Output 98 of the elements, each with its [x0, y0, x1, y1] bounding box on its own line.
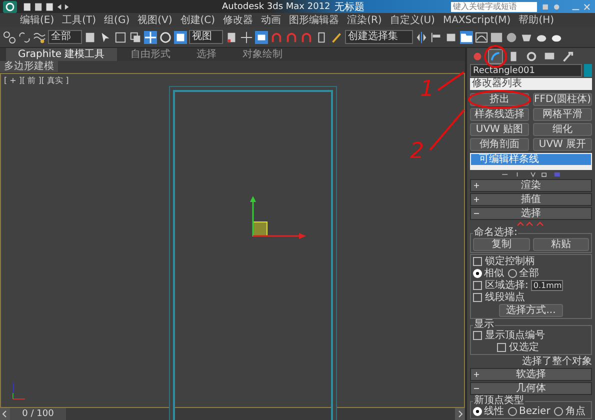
group-title: 显示	[473, 320, 495, 330]
mirror-icon[interactable]	[415, 30, 428, 44]
expand-icon[interactable]	[474, 197, 479, 202]
app-logo-icon[interactable]	[2, 0, 18, 12]
time-slider[interactable]: 0 / 100	[0, 408, 465, 420]
modifier-button[interactable]: 网格平滑	[532, 108, 592, 121]
menu-item[interactable]: 组(G)	[104, 13, 130, 27]
menu-item[interactable]: 渲染(R)	[347, 13, 382, 27]
menu-item[interactable]: 创建(C)	[180, 13, 216, 27]
annotation-number: 2	[410, 140, 424, 164]
radio-label: 线性	[484, 406, 504, 417]
menu-item[interactable]: 视图(V)	[138, 13, 172, 27]
radio-label: 相似	[484, 268, 504, 279]
copy-button[interactable]: 复制	[473, 238, 530, 251]
modifier-button[interactable]: UVW 贴图	[470, 123, 529, 136]
modifier-button[interactable]: 细化	[532, 123, 592, 136]
next-frame-icon[interactable]	[455, 408, 465, 420]
expand-icon[interactable]	[474, 372, 479, 377]
modifier-button[interactable]: FFD(圆柱体)	[532, 93, 592, 106]
radio-button[interactable]	[554, 407, 564, 416]
ribbon-tab[interactable]: Graphite 建模工具	[6, 48, 117, 61]
rollout-header[interactable]: 插值	[470, 193, 592, 206]
wave-icon[interactable]	[33, 30, 46, 44]
move-icon[interactable]	[144, 30, 157, 44]
modifier-button[interactable]: 倒角剖面	[470, 138, 529, 151]
cursor-icon[interactable]	[99, 30, 112, 44]
modifier-button[interactable]: UVW 展开	[532, 138, 592, 151]
menu-item[interactable]: 修改器	[223, 13, 254, 27]
modifier-button[interactable]: 挤出	[470, 93, 529, 106]
ribbon-panel-label[interactable]: 多边形建模	[0, 61, 58, 72]
align-icon[interactable]	[430, 30, 443, 44]
ribbon-tab[interactable]: 自由形式	[118, 48, 183, 61]
checkbox[interactable]	[473, 293, 482, 302]
viewport-label[interactable]: [ + ][ 前 ][ 真实 ]	[4, 75, 69, 86]
checkbox[interactable]	[497, 343, 506, 352]
menu-item[interactable]: 编辑(E)	[20, 13, 54, 27]
menu-item[interactable]: 自定义(U)	[390, 13, 435, 27]
unlink-icon[interactable]	[18, 30, 31, 44]
rollout-header[interactable]: 软选择	[470, 368, 592, 381]
group-title: 新顶点类型	[473, 396, 525, 406]
window-title: Autodesk 3ds Max 2012	[222, 2, 330, 12]
ribbon-tab[interactable]: 选择	[184, 48, 229, 61]
area-size-field[interactable]: 0.1mm	[531, 280, 564, 291]
selection-status-text: 选择了整个对象	[521, 356, 592, 367]
search-field[interactable]: 键入关键字或短语	[451, 2, 537, 12]
menu-item[interactable]: MAXScript(M)	[442, 14, 511, 26]
window-controls-icon[interactable]	[541, 2, 593, 12]
modifier-list-dropdown[interactable]: 修改器列表	[470, 78, 592, 90]
checkbox-label: 区域选择:	[485, 280, 528, 291]
radio-label: 角点	[565, 406, 586, 417]
collapse-icon[interactable]	[474, 211, 479, 216]
menu-item[interactable]: 图形编辑器	[289, 13, 340, 27]
object-color-swatch[interactable]	[584, 64, 592, 77]
previous-frame-icon[interactable]	[0, 408, 10, 420]
rollout-header[interactable]: 几何体	[470, 382, 592, 395]
square-selection-icon[interactable]	[114, 30, 127, 44]
time-slider-thumb[interactable]: 0 / 100	[10, 408, 66, 420]
ribbon-tab[interactable]: 对象绘制	[230, 48, 295, 61]
checkbox-label: 仅选定	[509, 342, 539, 353]
radio-label: Bezier	[519, 406, 550, 417]
paste-button[interactable]: 粘贴	[532, 238, 589, 251]
curve-editor-icon[interactable]	[475, 30, 488, 44]
menu-item[interactable]: 工具(T)	[62, 13, 96, 27]
crosshair-icon[interactable]	[240, 30, 253, 44]
select-by-button[interactable]: 选择方式...	[499, 304, 563, 317]
group-title: 命名选择:	[473, 228, 518, 238]
rollout-header[interactable]: 选择	[470, 207, 592, 220]
object-name-field[interactable]: Rectangle001	[470, 64, 582, 77]
collapse-icon[interactable]	[474, 386, 479, 391]
checkbox-label: 显示顶点编号	[485, 330, 545, 341]
scale-icon[interactable]	[174, 30, 187, 44]
document-title: 无标题	[334, 0, 364, 14]
radio-button[interactable]	[508, 269, 517, 278]
checkbox-label: 锁定控制柄	[485, 256, 535, 267]
rotate-icon[interactable]	[159, 30, 172, 44]
modifier-button[interactable]: 样条线选择	[470, 108, 529, 121]
radio-button[interactable]	[508, 407, 517, 416]
pivot-icon[interactable]	[225, 30, 238, 44]
annotation-number: 1	[420, 78, 434, 102]
checkbox[interactable]	[473, 331, 482, 340]
window-crossing-icon[interactable]	[129, 30, 142, 44]
rollout-header[interactable]: 渲染	[470, 179, 592, 192]
expand-icon[interactable]	[474, 183, 479, 188]
checkbox[interactable]	[473, 257, 482, 266]
selection-filter-dropdown[interactable]: 全部	[48, 30, 82, 44]
menu-item[interactable]: 动画	[261, 13, 282, 27]
menu-item[interactable]: 帮助(H)	[518, 13, 554, 27]
material-sphere-icon[interactable]	[505, 30, 518, 44]
modify-tab-icon[interactable]	[488, 48, 503, 64]
named-selection-dropdown[interactable]: 创建选择集	[345, 30, 413, 44]
checkbox[interactable]	[473, 281, 482, 290]
folder-icon[interactable]	[460, 30, 473, 44]
reference-coordinate-dropdown[interactable]: 视图	[189, 30, 223, 44]
pencil-icon[interactable]	[330, 30, 343, 44]
checkbox-label: 线段端点	[485, 292, 525, 303]
link-icon[interactable]	[3, 30, 16, 44]
stack-item[interactable]: 可编辑样条线	[471, 154, 591, 165]
radio-label: 全部	[519, 268, 539, 279]
